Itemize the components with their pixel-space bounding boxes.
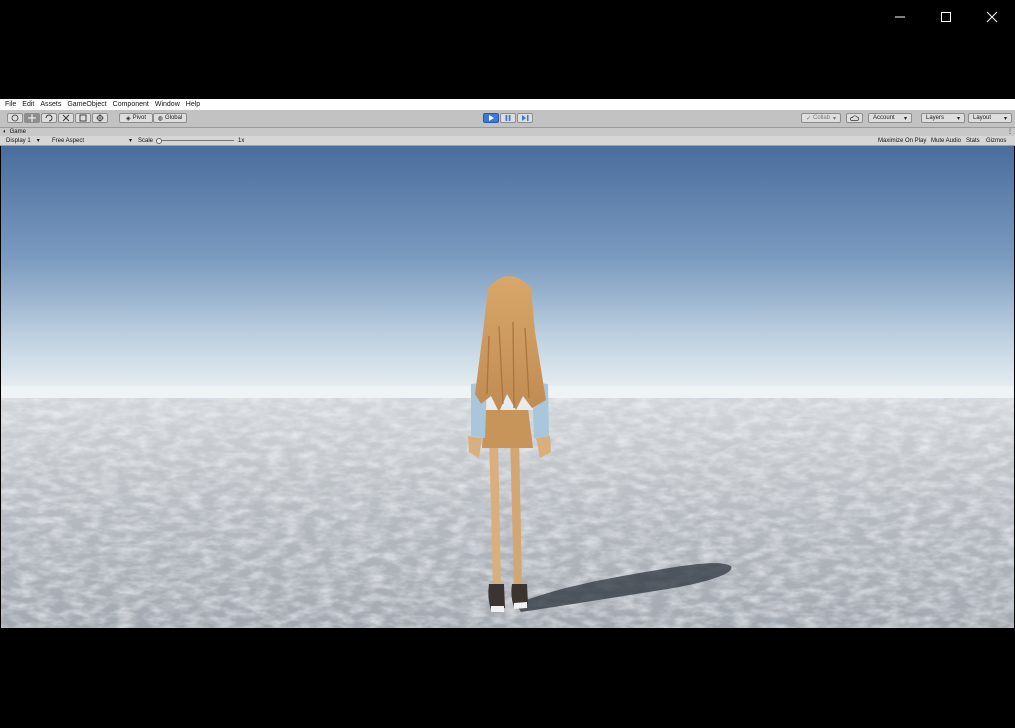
chevron-down-icon: ▾	[833, 115, 837, 122]
layout-dropdown[interactable]: Layout ▾	[968, 113, 1012, 123]
mute-audio-toggle[interactable]: Mute Audio	[931, 136, 961, 145]
display-label: Display 1	[6, 137, 31, 144]
menu-window[interactable]: Window	[155, 101, 180, 108]
game-scene	[1, 146, 1014, 628]
global-button[interactable]: ◍ Global	[153, 113, 187, 123]
chevron-down-icon: ▾	[1003, 115, 1007, 122]
rect-tool-button[interactable]	[75, 113, 91, 123]
tab-menu-icon[interactable]: ⋮	[1007, 128, 1013, 135]
maximize-icon	[941, 12, 951, 22]
menu-file[interactable]: File	[5, 101, 16, 108]
close-icon	[986, 11, 998, 23]
collab-dropdown[interactable]: ✓ Collab ▾	[801, 113, 841, 123]
menu-edit[interactable]: Edit	[22, 101, 34, 108]
scale-icon	[62, 114, 70, 122]
menu-assets[interactable]: Assets	[40, 101, 61, 108]
transform-tool-button[interactable]	[92, 113, 108, 123]
pivot-button[interactable]: ◈ Pivot	[119, 113, 153, 123]
game-view-bar: Display 1 ▾ Free Aspect ▾ Scale 1x Maxim…	[0, 136, 1015, 146]
display-dropdown[interactable]: Display 1 ▾	[6, 136, 46, 145]
minimize-button[interactable]	[877, 0, 923, 34]
minimize-icon	[895, 16, 905, 18]
menu-help[interactable]: Help	[186, 101, 200, 108]
chevron-down-icon: ▾	[903, 115, 907, 122]
hand-icon	[11, 114, 19, 122]
scale-label: Scale	[138, 137, 154, 144]
layers-label: Layers	[926, 115, 945, 121]
chevron-down-icon: ▾	[128, 138, 132, 144]
close-button[interactable]	[969, 0, 1015, 34]
account-label: Account	[873, 115, 895, 121]
account-dropdown[interactable]: Account ▾	[868, 113, 912, 123]
rect-icon	[79, 114, 87, 122]
cloud-icon	[850, 115, 859, 121]
game-controller-icon: ◐	[3, 129, 7, 135]
stats-label: Stats	[966, 137, 980, 144]
play-button[interactable]	[483, 113, 499, 123]
game-viewport[interactable]	[1, 146, 1014, 628]
gizmos-dropdown[interactable]: Gizmos	[986, 136, 1006, 145]
mute-audio-label: Mute Audio	[931, 137, 962, 144]
aspect-dropdown[interactable]: Free Aspect ▾	[52, 136, 132, 145]
play-icon	[489, 115, 494, 121]
gizmos-label: Gizmos	[986, 137, 1007, 144]
rotate-tool-button[interactable]	[41, 113, 57, 123]
scale-label-wrap: Scale	[138, 136, 153, 145]
menu-gameobject[interactable]: GameObject	[67, 101, 106, 108]
pivot-icon: ◈	[126, 115, 131, 122]
maximize-on-play-toggle[interactable]: Maximize On Play	[878, 136, 926, 145]
pause-icon	[505, 115, 511, 121]
scale-value-wrap: 1x	[238, 136, 244, 145]
rotate-icon	[45, 114, 53, 122]
chevron-down-icon: ▾	[956, 115, 960, 122]
scale-slider[interactable]	[156, 136, 234, 145]
tab-game-label: Game	[9, 129, 26, 135]
scale-value: 1x	[238, 137, 245, 144]
collab-label: Collab	[813, 115, 831, 121]
collab-check-icon: ✓	[805, 115, 811, 122]
move-icon	[28, 114, 36, 122]
menu-bar: File Edit Assets GameObject Component Wi…	[0, 99, 1015, 110]
maximize-button[interactable]	[923, 0, 969, 34]
scale-slider-handle[interactable]	[156, 138, 162, 144]
pivot-label: Pivot	[132, 115, 146, 121]
chevron-down-icon: ▾	[36, 138, 40, 144]
layers-dropdown[interactable]: Layers ▾	[921, 113, 965, 123]
cloud-button[interactable]	[846, 113, 863, 123]
main-toolbar: ◈ Pivot ◍ Global ✓ Collab ▾ Account ▾ La…	[0, 110, 1015, 128]
stats-toggle[interactable]: Stats	[966, 136, 980, 145]
maximize-on-play-label: Maximize On Play	[878, 137, 927, 144]
pause-button[interactable]	[500, 113, 516, 123]
global-label: Global	[164, 115, 183, 121]
step-icon	[521, 115, 528, 121]
tab-game[interactable]: ◐ Game	[3, 128, 26, 136]
hand-tool-button[interactable]	[7, 113, 23, 123]
globe-icon: ◍	[157, 115, 163, 122]
aspect-label: Free Aspect	[52, 137, 85, 144]
tab-row: ◐ Game ⋮	[0, 128, 1015, 136]
step-button[interactable]	[517, 113, 533, 123]
window-titlebar	[0, 0, 1015, 34]
scale-tool-button[interactable]	[58, 113, 74, 123]
layout-label: Layout	[973, 115, 992, 121]
transform-icon	[96, 114, 104, 122]
move-tool-button[interactable]	[24, 113, 40, 123]
menu-component[interactable]: Component	[113, 101, 149, 108]
